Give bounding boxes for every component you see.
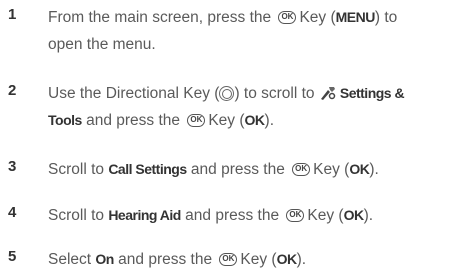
- step-text-part: and press the: [81, 112, 181, 129]
- step-text: Use the Directional Key () to scroll to …: [48, 80, 475, 134]
- ok-key-icon: OK: [187, 114, 206, 127]
- step-text-line: open the menu.: [48, 36, 156, 53]
- settings-menu-label: Settings &: [339, 85, 405, 101]
- step-text-part: ).: [296, 251, 307, 268]
- step-text-part: Key (: [208, 112, 245, 129]
- step-text-part: Scroll to: [48, 207, 109, 224]
- step-text-part: From the main screen, press the: [48, 9, 272, 26]
- step-text-part: ).: [264, 112, 274, 129]
- menu-key-label: MENU: [335, 9, 376, 25]
- step-text-part: Scroll to: [48, 161, 109, 178]
- step-text: Select On and press the OK Key (OK).: [48, 246, 475, 273]
- step-text-part: Key (: [313, 161, 350, 178]
- step-text: Scroll to Hearing Aid and press the OK Ke…: [48, 202, 475, 229]
- ok-key-icon: OK: [219, 253, 238, 266]
- step-text-part: Select: [48, 251, 96, 268]
- step-text-part: ) to scroll to: [234, 85, 315, 102]
- step-text: Scroll to Call Settings and press the OK…: [48, 156, 475, 183]
- step-text-part: and press the: [180, 207, 280, 224]
- call-settings-label: Call Settings: [108, 161, 187, 177]
- step-number: 3: [8, 158, 17, 175]
- ok-key-icon: OK: [278, 11, 297, 24]
- step-text-part: ) to: [374, 9, 398, 26]
- hearing-aid-label: Hearing Aid: [108, 207, 181, 223]
- ok-key-icon: OK: [286, 209, 305, 222]
- ok-key-label: OK: [276, 251, 298, 267]
- settings-tools-icon: [320, 87, 336, 100]
- step-text-part: Key (: [240, 251, 277, 268]
- step-text-part: Use the Directional Key (: [48, 85, 220, 102]
- directional-key-icon: [219, 86, 235, 101]
- ok-key-icon: OK: [292, 163, 311, 176]
- step-text-part: Key (: [299, 9, 336, 26]
- step-number: 4: [8, 204, 17, 221]
- ok-key-label: OK: [343, 207, 365, 223]
- step-text-part: Key (: [307, 207, 344, 224]
- step-text-part: ).: [369, 161, 379, 178]
- step-text-part: and press the: [113, 251, 213, 268]
- step-text-part: and press the: [186, 161, 285, 178]
- step-text-part: ).: [363, 207, 374, 224]
- ok-key-label: OK: [244, 112, 266, 128]
- step-number: 2: [8, 82, 17, 99]
- step-number: 1: [8, 6, 17, 23]
- on-option-label: On: [95, 251, 114, 267]
- ok-key-label: OK: [349, 161, 370, 177]
- step-text: From the main screen, press the OK Key (M…: [48, 4, 475, 58]
- settings-menu-label: Tools: [48, 112, 82, 128]
- step-number: 5: [8, 248, 17, 265]
